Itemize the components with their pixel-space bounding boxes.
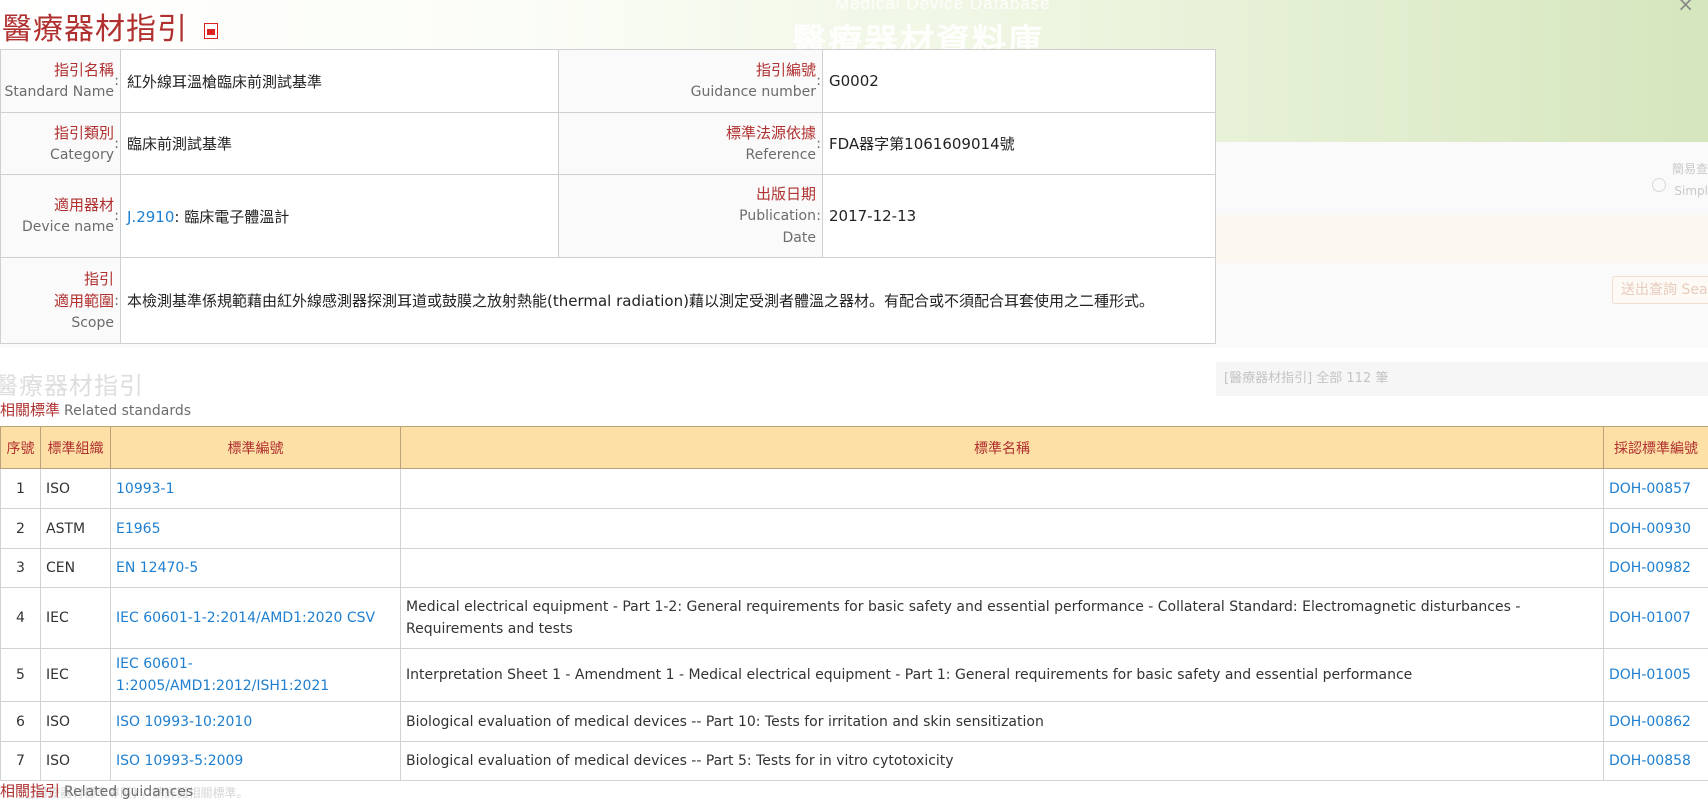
doh-code-link[interactable]: DOH-00930 [1609,521,1691,537]
scope-value: 本檢測基準係規範藉由紅外線感測器探測耳道或鼓膜之放射熱能(thermal rad… [120,257,1216,344]
column-header-doh: 採認標準編號 [1603,426,1708,469]
table-row: 5 IEC IEC 60601-1:2005/AMD1:2012/ISH1:20… [0,648,1708,702]
doh-code-link[interactable]: DOH-00862 [1609,714,1691,730]
doh-code-link[interactable]: DOH-00858 [1609,753,1691,769]
device-name-value: J.2910: 臨床電子體溫計 [120,174,559,258]
standard-code-link[interactable]: ISO 10993-5:2009 [116,753,243,769]
scope-label: 指引 適用範圍 Scope [0,257,121,344]
doh-code-link[interactable]: DOH-00857 [1609,481,1691,497]
simple-search-label: 簡易查 Simpl [1671,162,1708,198]
column-header-name: 標準名稱 [400,426,1604,469]
publication-date-value: 2017-12-13 [822,174,1216,258]
result-count-box: [醫療器材指引] 全部 112 筆 [1216,362,1708,396]
related-guidances-heading: 相關指引 Related guidances [0,782,194,800]
banner-subtitle: Medical Device Database [835,0,1051,13]
standard-code-link[interactable]: EN 12470-5 [116,560,198,576]
standard-code-link[interactable]: ISO 10993-10:2010 [116,714,252,730]
related-standards-heading: 相關標準 Related standards [0,401,192,419]
guidance-number-label: 指引編號 Guidance number [558,49,823,113]
background-section-title: 醫療器材指引 [0,372,144,400]
table-row: 4 IEC IEC 60601-1-2:2014/AMD1:2020 CSV M… [0,587,1708,649]
standard-code-link[interactable]: IEC 60601-1:2005/AMD1:2012/ISH1:2021 [116,656,329,694]
pdf-icon[interactable] [204,23,218,39]
table-row: 1 ISO 10993-1 DOH-00857 [0,468,1708,509]
column-header-org: 標準組織 [40,426,111,469]
related-standards-table: 序號 標準組織 標準編號 標準名稱 採認標準編號 1 ISO 10993-1 D… [0,426,1708,781]
standard-code-link[interactable]: 10993-1 [116,481,175,497]
device-name-text: : 臨床電子體溫計 [174,207,290,226]
reference-value: FDA器字第1061609014號 [822,112,1216,175]
doh-code-link[interactable]: DOH-00982 [1609,560,1691,576]
standard-name-value: 紅外線耳溫槍臨床前測試基準 [120,49,559,113]
device-name-label: 適用器材 Device name [0,174,121,258]
standard-code-link[interactable]: IEC 60601-1-2:2014/AMD1:2020 CSV [116,610,375,626]
reference-label: 標準法源依據 Reference [558,112,823,175]
page-title: 醫療器材指引 [2,12,188,47]
table-row: 3 CEN EN 12470-5 DOH-00982 [0,548,1708,588]
doh-code-link[interactable]: DOH-01007 [1609,610,1691,626]
radio-button[interactable] [1652,178,1666,192]
guidance-number-value: G0002 [822,49,1216,113]
table-row: 2 ASTM E1965 DOH-00930 [0,508,1708,549]
close-icon[interactable]: × [1677,0,1694,16]
category-label: 指引類別 Category [0,112,121,175]
column-header-no: 序號 [0,426,41,469]
publication-date-label: 出版日期 Publication Date [558,174,823,258]
table-row: 7 ISO ISO 10993-5:2009 Biological evalua… [0,741,1708,781]
device-code-link[interactable]: J.2910 [127,208,174,226]
category-value: 臨床前測試基準 [120,112,559,175]
doh-code-link[interactable]: DOH-01005 [1609,667,1691,683]
standard-name-label: 指引名稱 Standard Name [0,49,121,113]
search-submit-button[interactable]: 送出查詢 Sea [1612,276,1708,304]
guidance-info-table: 指引名稱 Standard Name 紅外線耳溫槍臨床前測試基準 指引編號 Gu… [0,49,1216,344]
standard-code-link[interactable]: E1965 [116,521,160,537]
background-band [1214,215,1708,263]
column-header-code: 標準編號 [110,426,401,469]
table-row: 6 ISO ISO 10993-10:2010 Biological evalu… [0,701,1708,742]
